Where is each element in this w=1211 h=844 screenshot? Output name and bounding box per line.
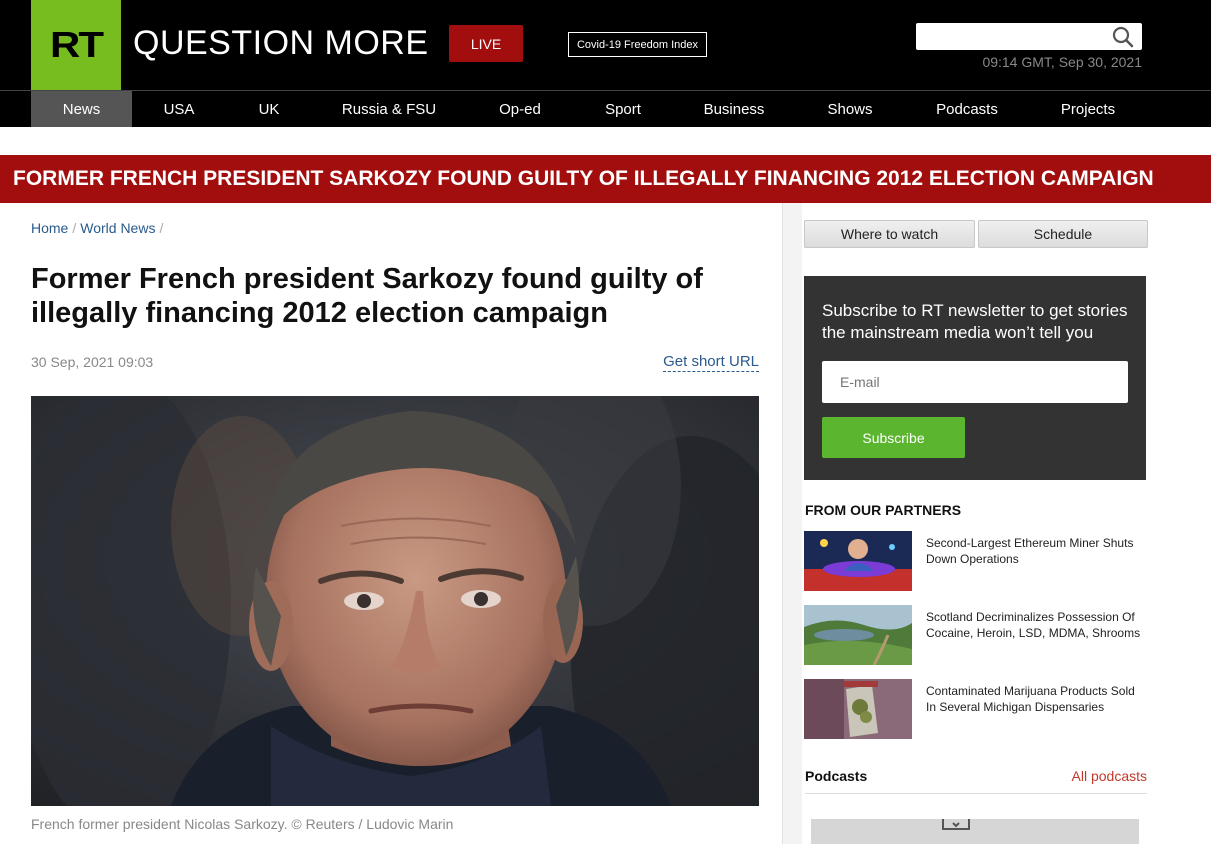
partners-heading: FROM OUR PARTNERS xyxy=(805,502,962,518)
nav-item-shows[interactable]: Shows xyxy=(815,91,885,127)
partner-item[interactable]: Scotland Decriminalizes Possession Of Co… xyxy=(804,605,1146,667)
podcasts-header: Podcasts All podcasts xyxy=(805,768,1147,794)
nav-item-news[interactable]: News xyxy=(31,91,132,127)
podcast-card[interactable] xyxy=(811,819,1139,844)
podcast-placeholder-icon xyxy=(942,819,970,830)
subscribe-button[interactable]: Subscribe xyxy=(822,417,965,458)
rt-logo[interactable]: RT xyxy=(31,0,121,90)
schedule-button[interactable]: Schedule xyxy=(978,220,1148,248)
search-icon[interactable] xyxy=(1112,26,1134,48)
partner-headline[interactable]: Contaminated Marijuana Products Sold In … xyxy=(926,683,1148,715)
podcasts-heading: Podcasts xyxy=(805,768,868,784)
newsletter-text: Subscribe to RT newsletter to get storie… xyxy=(822,301,1128,342)
all-podcasts-link[interactable]: All podcasts xyxy=(1072,768,1147,784)
article-date: 30 Sep, 2021 09:03 xyxy=(31,354,154,370)
live-button[interactable]: LIVE xyxy=(449,25,523,62)
nav-item-uk[interactable]: UK xyxy=(243,91,295,127)
article-photo xyxy=(31,396,759,806)
partner-item[interactable]: Second-Largest Ethereum Miner Shuts Down… xyxy=(804,531,1146,593)
article-title: Former French president Sarkozy found gu… xyxy=(31,263,703,329)
where-to-watch-button[interactable]: Where to watch xyxy=(804,220,975,248)
nav-item-podcasts[interactable]: Podcasts xyxy=(925,91,1009,127)
partner-headline[interactable]: Scotland Decriminalizes Possession Of Co… xyxy=(926,609,1148,641)
nav-item-usa[interactable]: USA xyxy=(147,91,211,127)
photo-caption: French former president Nicolas Sarkozy.… xyxy=(31,816,454,832)
partner-thumbnail[interactable] xyxy=(804,605,912,665)
breadcrumb: Home / World News / xyxy=(31,220,167,236)
current-datetime: 09:14 GMT, Sep 30, 2021 xyxy=(982,54,1142,70)
nav-item-russia-fsu[interactable]: Russia & FSU xyxy=(332,91,446,127)
site-tagline: QUESTION MORE xyxy=(133,24,429,62)
site-header: RT QUESTION MORE LIVE Covid-19 Freedom I… xyxy=(0,0,1211,90)
partner-item[interactable]: Contaminated Marijuana Products Sold In … xyxy=(804,679,1146,741)
nav-item-business[interactable]: Business xyxy=(693,91,775,127)
breadcrumb-home[interactable]: Home xyxy=(31,220,68,236)
newsletter-box: Subscribe to RT newsletter to get storie… xyxy=(804,276,1146,480)
main-nav: News USA UK Russia & FSU Op-ed Sport Bus… xyxy=(0,90,1211,127)
breaking-headline[interactable]: FORMER FRENCH PRESIDENT SARKOZY FOUND GU… xyxy=(0,155,1211,203)
partner-thumbnail[interactable] xyxy=(804,679,912,739)
partner-thumbnail[interactable] xyxy=(804,531,912,591)
short-url-link[interactable]: Get short URL xyxy=(663,353,759,372)
email-field[interactable] xyxy=(822,361,1128,403)
logo-text: RT xyxy=(50,24,104,65)
breadcrumb-separator: / xyxy=(72,220,77,236)
covid-index-button[interactable]: Covid-19 Freedom Index xyxy=(568,32,707,57)
breadcrumb-world-news[interactable]: World News xyxy=(80,220,155,236)
nav-item-projects[interactable]: Projects xyxy=(1050,91,1126,127)
column-divider xyxy=(782,203,802,844)
nav-item-sport[interactable]: Sport xyxy=(592,91,654,127)
nav-item-oped[interactable]: Op-ed xyxy=(485,91,555,127)
breadcrumb-separator: / xyxy=(159,220,164,236)
portrait-photo xyxy=(31,396,759,806)
search-box xyxy=(916,23,1142,50)
partner-headline[interactable]: Second-Largest Ethereum Miner Shuts Down… xyxy=(926,535,1148,567)
search-input[interactable] xyxy=(916,23,1106,50)
